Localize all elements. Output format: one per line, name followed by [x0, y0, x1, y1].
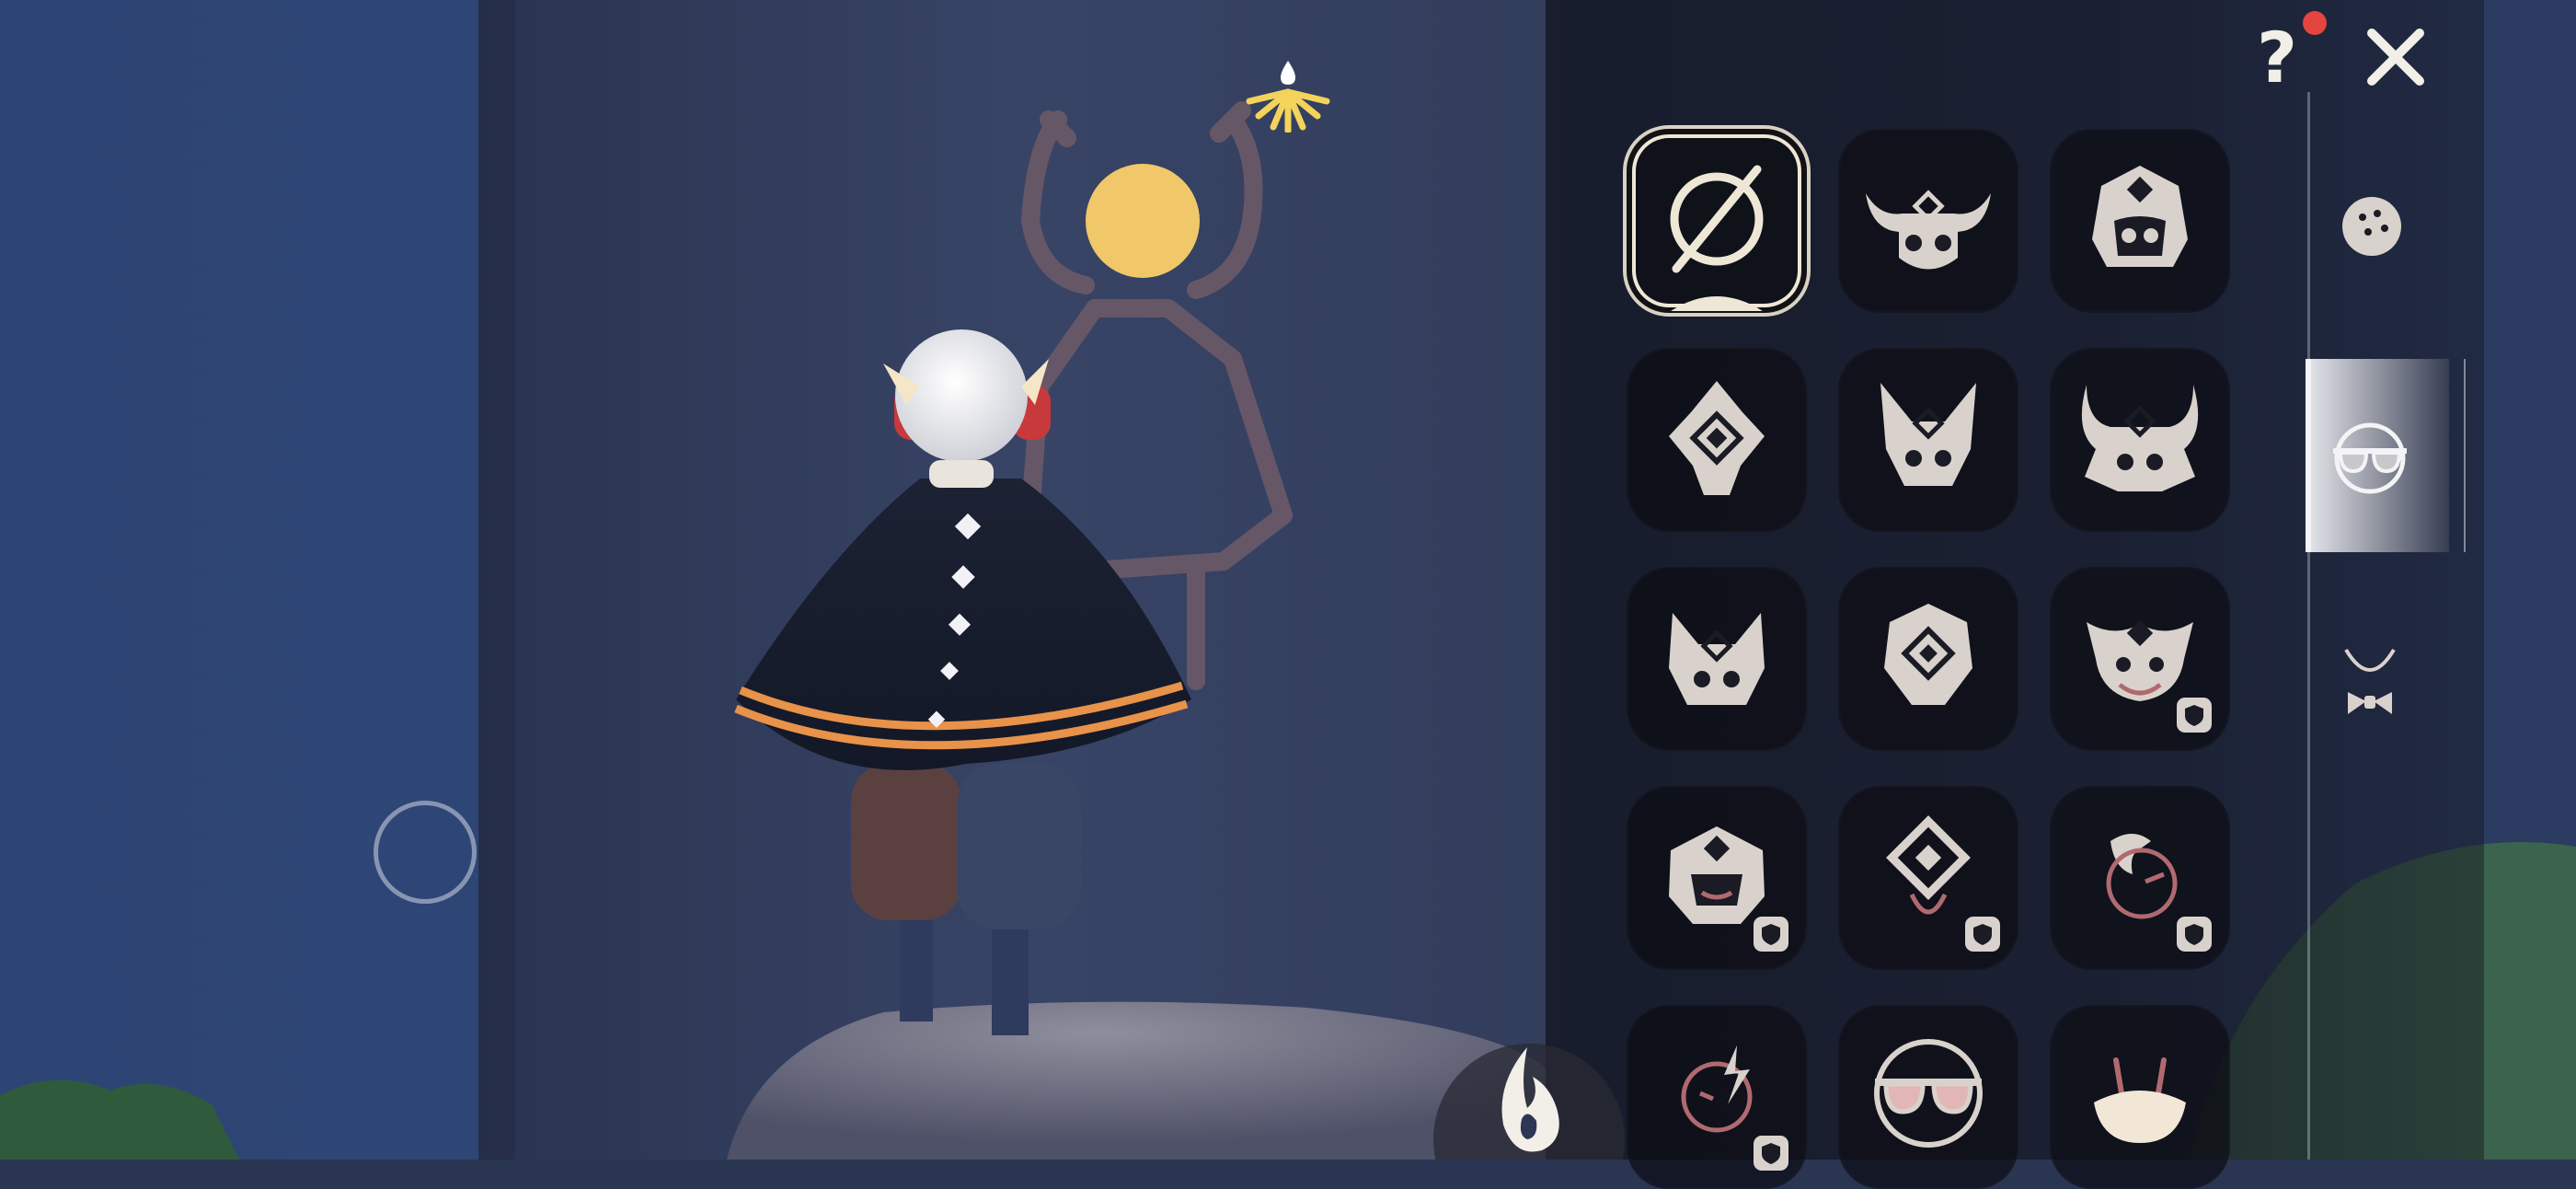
mask-slot-bunny-face[interactable] — [2050, 1005, 2230, 1189]
category-tab-mask[interactable] — [2306, 359, 2466, 552]
mask-slot-wink-flame[interactable] — [2050, 786, 2230, 970]
locked-shield-icon — [1754, 917, 1788, 952]
help-button[interactable]: ? — [2245, 17, 2309, 99]
horned-mask-icon — [1866, 190, 1991, 270]
close-x-icon[interactable] — [2363, 24, 2429, 90]
necklace-bowtie-icon — [2344, 648, 2396, 714]
mask-slot-wink-bolt[interactable] — [1627, 1005, 1807, 1189]
notification-dot — [2303, 11, 2327, 35]
hair-bun-icon — [2342, 197, 2401, 256]
curved-horns-mask-icon — [2081, 385, 2199, 491]
mask-slot-none[interactable] — [1627, 129, 1807, 313]
locked-shield-icon — [1965, 917, 2000, 952]
cape-energy-icon — [1246, 61, 1330, 133]
mask-slot-armored[interactable] — [1627, 786, 1807, 970]
helmet-mask-icon — [2092, 166, 2188, 267]
mask-slot-shield-gem[interactable] — [1838, 567, 2018, 751]
category-tab-hair[interactable] — [2311, 129, 2449, 322]
candle-flame-icon[interactable] — [1432, 1029, 1627, 1160]
mask-slot-tall-ears[interactable] — [1838, 348, 2018, 532]
sunglasses-mask-tab-icon — [2333, 422, 2407, 494]
bunny-face-mask-icon — [2094, 1057, 2186, 1143]
mask-slot-diamond-face[interactable] — [1838, 786, 2018, 970]
category-tabs-divider — [2307, 92, 2310, 1160]
none-empty-slot-icon — [1670, 165, 1764, 311]
category-tab-necklace[interactable] — [2311, 589, 2449, 782]
mask-slot-helmet[interactable] — [2050, 129, 2230, 313]
shield-gem-mask-icon — [1884, 604, 1972, 705]
mask-slot-sunglasses[interactable] — [1838, 1005, 2018, 1189]
tall-ears-mask-icon — [1880, 383, 1976, 486]
mask-slot-crown-smile[interactable] — [2050, 567, 2230, 751]
sunglasses-mask-icon — [1874, 1039, 1983, 1148]
mask-slot-fox[interactable] — [1627, 567, 1807, 751]
mask-slot-diamond-totem[interactable] — [1627, 348, 1807, 532]
locked-shield-icon — [2177, 917, 2212, 952]
mask-slot-horned[interactable] — [1838, 129, 2018, 313]
fox-mask-icon — [1669, 613, 1765, 705]
locked-shield-icon — [1754, 1136, 1788, 1171]
movement-joystick[interactable] — [374, 801, 477, 904]
locked-shield-icon — [2177, 698, 2212, 733]
diamond-totem-mask-icon — [1669, 381, 1765, 495]
mask-slot-curved-horns[interactable] — [2050, 348, 2230, 532]
